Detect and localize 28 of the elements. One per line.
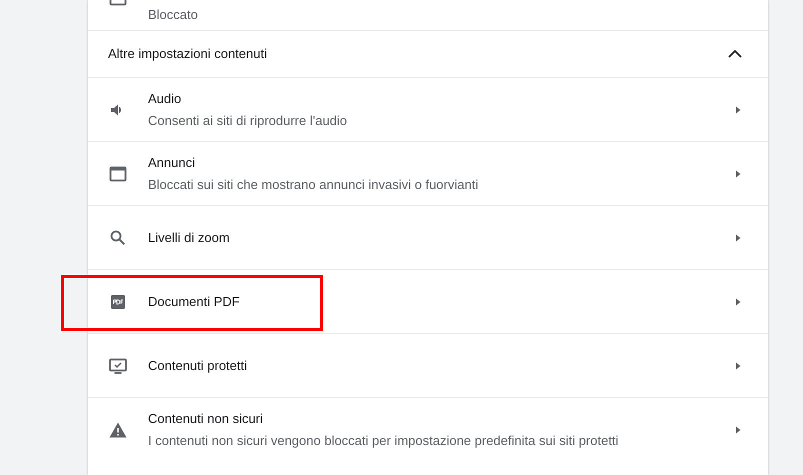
- item-title: Annunci: [148, 154, 196, 172]
- monitor-icon: [108, 356, 128, 376]
- arrow-icon: [734, 232, 742, 242]
- settings-row[interactable]: Contenuti protetti: [88, 333, 768, 397]
- item-subtitle: Bloccati sui siti che mostrano annunci invasivi o fuorvianti: [148, 176, 480, 194]
- section-title: Altre impostazioni contenuti: [108, 45, 268, 64]
- arrow-icon: [734, 360, 742, 370]
- item-subtitle: Bloccato: [148, 6, 198, 24]
- item-title: Contenuti protetti: [148, 356, 248, 375]
- arrow-icon: [734, 168, 742, 178]
- window-icon: [108, 0, 128, 8]
- settings-row[interactable]: Livelli di zoom: [88, 205, 768, 269]
- item-title: Livelli di zoom: [148, 228, 231, 247]
- item-title: Audio: [148, 90, 182, 108]
- arrow-icon: [734, 424, 742, 434]
- item-title: Contenuti non sicuri: [148, 410, 264, 428]
- window-icon: [108, 164, 128, 184]
- arrow-icon: [734, 104, 742, 114]
- search-icon: [108, 228, 128, 248]
- item-subtitle: Consenti ai siti di riprodurre l'audio: [148, 112, 348, 130]
- item-subtitle: I contenuti non sicuri vengono bloccati per impostazione predefinita sui siti protetti: [148, 432, 620, 450]
- settings-row[interactable]: Annunci Bloccati sui siti che mostrano annunci invasivi o fuorvianti: [88, 141, 768, 205]
- section-header[interactable]: Altre impostazioni contenuti: [88, 30, 768, 77]
- settings-row[interactable]: Contenuti non sicuri I contenuti non sicuri vengono bloccati per impostazione predefinita sui siti protetti: [88, 397, 768, 461]
- settings-row[interactable]: Audio Consenti ai siti di riprodurre l'audio: [88, 77, 768, 141]
- arrow-icon: [734, 296, 742, 306]
- settings-row[interactable]: Documenti PDF: [88, 269, 768, 333]
- item-title: Documenti PDF: [148, 292, 241, 311]
